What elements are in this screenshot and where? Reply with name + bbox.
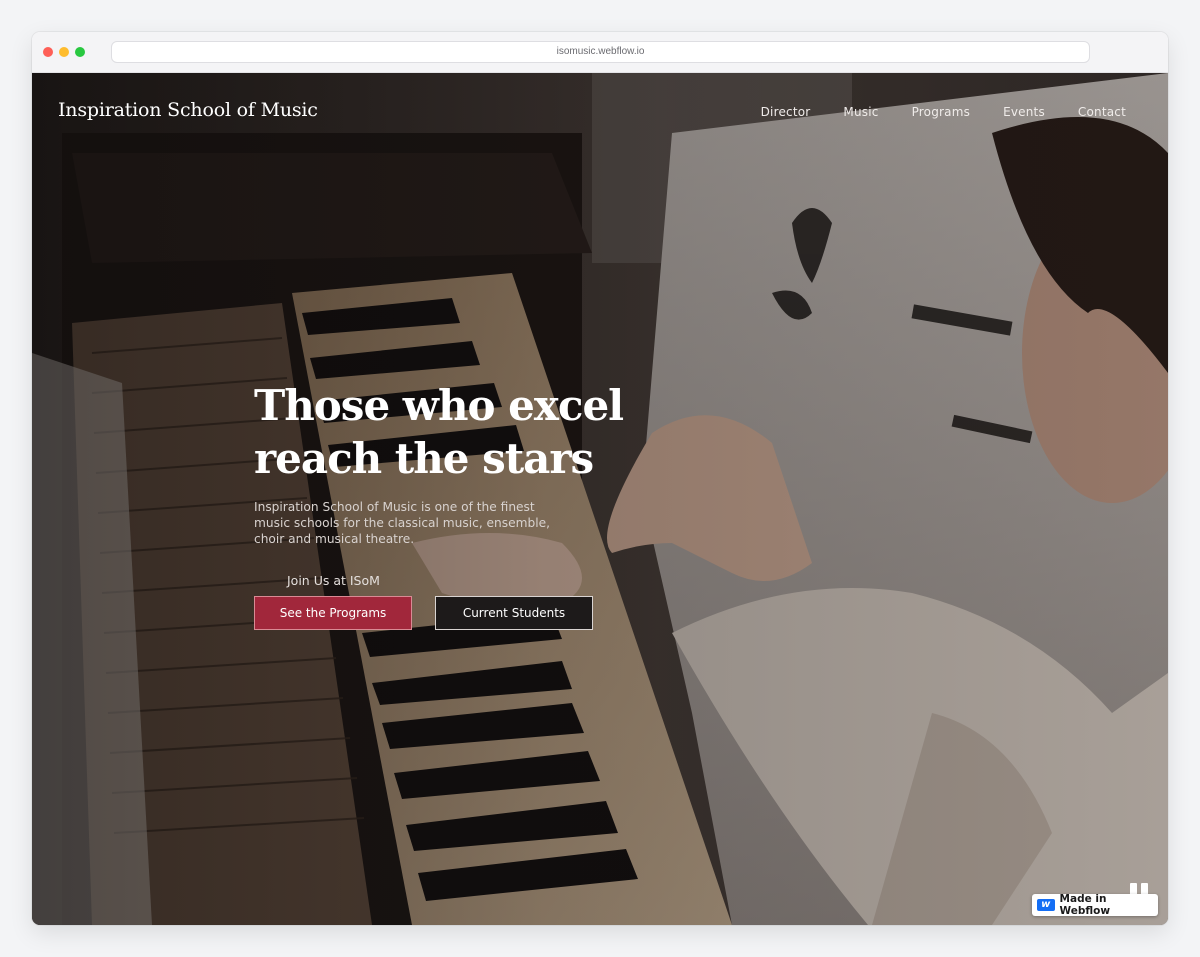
see-programs-button[interactable]: See the Programs: [254, 596, 412, 630]
address-bar[interactable]: isomusic.webflow.io: [111, 41, 1090, 63]
hero-title: Those who excel reach the stars: [254, 379, 674, 485]
current-students-button[interactable]: Current Students: [435, 596, 593, 630]
hero-title-line1: Those who excel: [254, 381, 624, 430]
nav-link-contact[interactable]: Contact: [1078, 105, 1126, 119]
nav-link-director[interactable]: Director: [761, 105, 811, 119]
join-label: Join Us at ISoM: [287, 573, 380, 588]
maximize-window-icon[interactable]: [75, 47, 85, 57]
minimize-window-icon[interactable]: [59, 47, 69, 57]
made-in-webflow-badge[interactable]: w Made in Webflow: [1032, 893, 1158, 917]
nav-link-events[interactable]: Events: [1003, 105, 1045, 119]
webflow-badge-label: Made in Webflow: [1059, 893, 1111, 917]
site-logo[interactable]: Inspiration School of Music: [58, 99, 318, 121]
browser-window: isomusic.webflow.io Inspiration School o…: [32, 32, 1168, 925]
browser-chrome: isomusic.webflow.io: [32, 32, 1168, 73]
main-nav: Director Music Programs Events Contact: [761, 105, 1126, 119]
hero-content: Those who excel reach the stars Inspirat…: [254, 379, 674, 547]
nav-link-programs[interactable]: Programs: [912, 105, 970, 119]
hero-description: Inspiration School of Music is one of th…: [254, 500, 550, 546]
hero-title-line2: reach the stars: [254, 434, 594, 483]
nav-link-music[interactable]: Music: [843, 105, 878, 119]
webflow-logo-icon: w: [1037, 899, 1055, 911]
close-window-icon[interactable]: [43, 47, 53, 57]
page-viewport: Inspiration School of Music Director Mus…: [32, 73, 1168, 925]
